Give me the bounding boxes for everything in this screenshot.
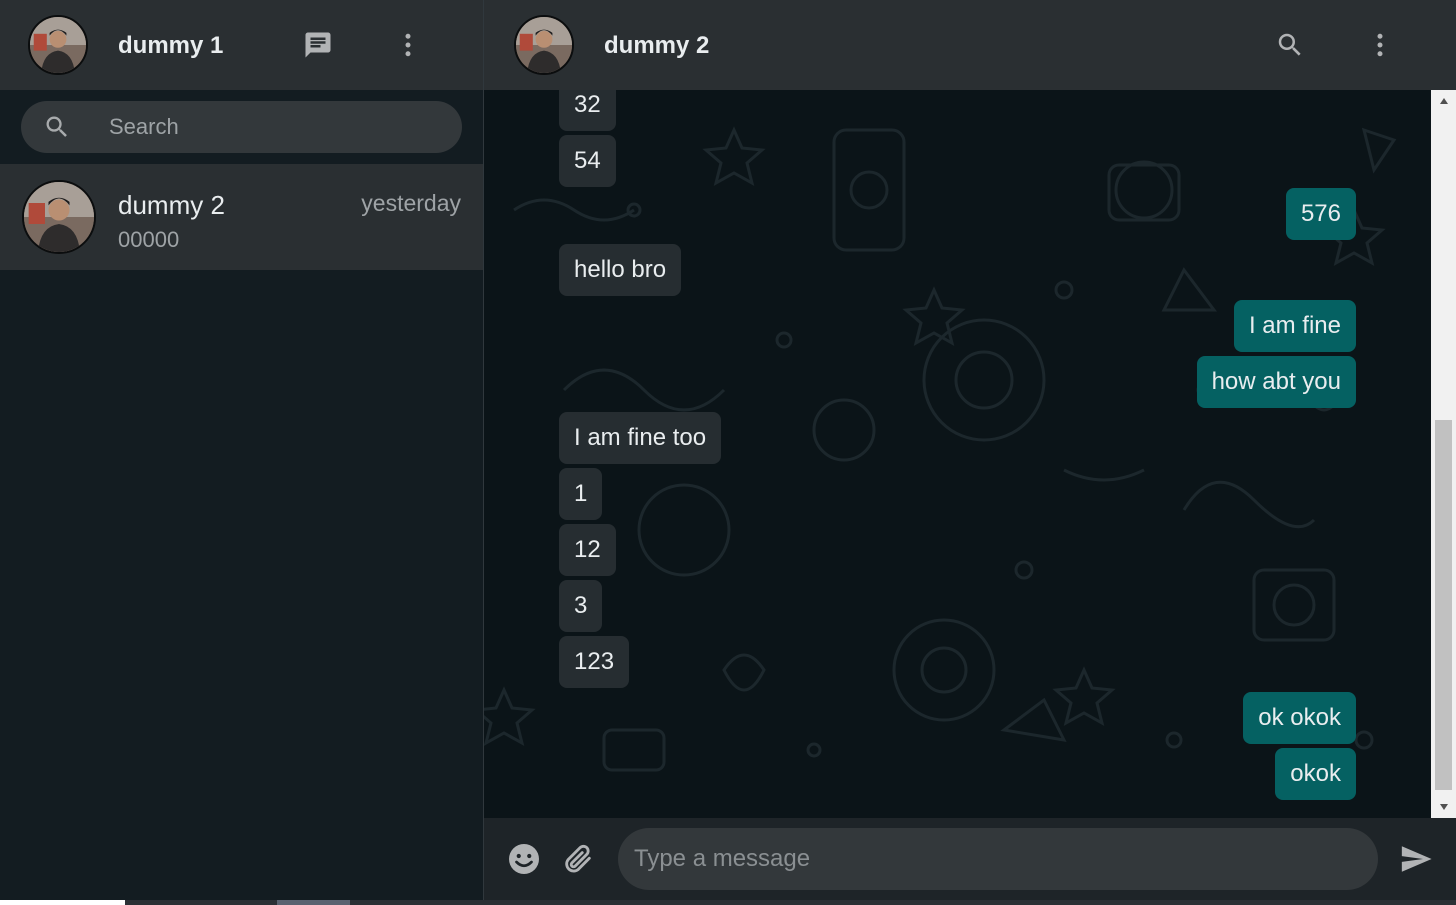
message-input[interactable] [618, 828, 1378, 890]
message-bubble-incoming[interactable]: 123 [559, 636, 630, 688]
taskbar-strip [0, 900, 1456, 905]
taskbar-segment [0, 900, 125, 905]
scrollbar-thumb[interactable] [1435, 420, 1452, 790]
message-scrollbar[interactable] [1431, 90, 1456, 818]
conversation-header: dummy 2 [484, 0, 1456, 90]
message-bubble-outgoing[interactable]: I am fine [1233, 300, 1356, 352]
message-bubble-incoming[interactable]: 1 [559, 468, 603, 520]
paperclip-icon[interactable] [558, 839, 598, 879]
message-bubble-incoming[interactable]: I am fine too [559, 412, 722, 464]
message-bubble-outgoing[interactable]: how abt you [1196, 356, 1356, 408]
chat-last-message: 00000 [118, 227, 180, 252]
sidebar: dummy 1 Search dummy 2 yesterday 00000 [0, 0, 484, 900]
chat-contact-name: dummy 2 [118, 190, 225, 220]
search-bar [0, 90, 483, 164]
user-avatar[interactable] [28, 15, 88, 75]
contact-avatar [22, 180, 96, 254]
search-icon[interactable] [1274, 29, 1306, 61]
message-bubble-incoming[interactable]: 54 [559, 135, 616, 187]
user-name: dummy 1 [118, 32, 224, 59]
send-icon[interactable] [1396, 839, 1436, 879]
message-bubble-outgoing[interactable]: 576 [1285, 188, 1356, 240]
emoji-icon[interactable] [504, 839, 544, 879]
message-bubble-outgoing[interactable]: okok [1275, 748, 1356, 800]
more-vert-icon[interactable] [392, 29, 424, 61]
search-box [21, 101, 462, 153]
message-bubble-incoming[interactable]: hello bro [559, 244, 682, 296]
message-composer [484, 818, 1456, 900]
whatsapp-web-app: dummy 1 Search dummy 2 yesterday 00000 d… [0, 0, 1456, 905]
search-input[interactable] [109, 111, 449, 143]
message-bubble-incoming[interactable]: 12 [559, 524, 616, 576]
search-icon [43, 113, 71, 141]
contact-name: dummy 2 [604, 32, 710, 59]
chat-timestamp: yesterday [361, 190, 461, 216]
message-bubble-outgoing[interactable]: ok okok [1243, 692, 1356, 744]
more-vert-icon[interactable] [1364, 29, 1396, 61]
sidebar-header: dummy 1 [0, 0, 483, 90]
scroll-up-arrow[interactable] [1431, 90, 1456, 112]
message-list[interactable]: 32 54 576 hello bro I am fine how abt yo… [484, 90, 1431, 818]
scroll-down-arrow[interactable] [1431, 796, 1456, 818]
taskbar-segment [277, 900, 350, 905]
chat-list-item[interactable]: dummy 2 yesterday 00000 [0, 164, 483, 270]
message-bubble-incoming[interactable]: 3 [559, 580, 603, 632]
message-bubble-incoming[interactable]: 32 [559, 90, 616, 131]
message-icon[interactable] [302, 29, 334, 61]
contact-avatar[interactable] [514, 15, 574, 75]
